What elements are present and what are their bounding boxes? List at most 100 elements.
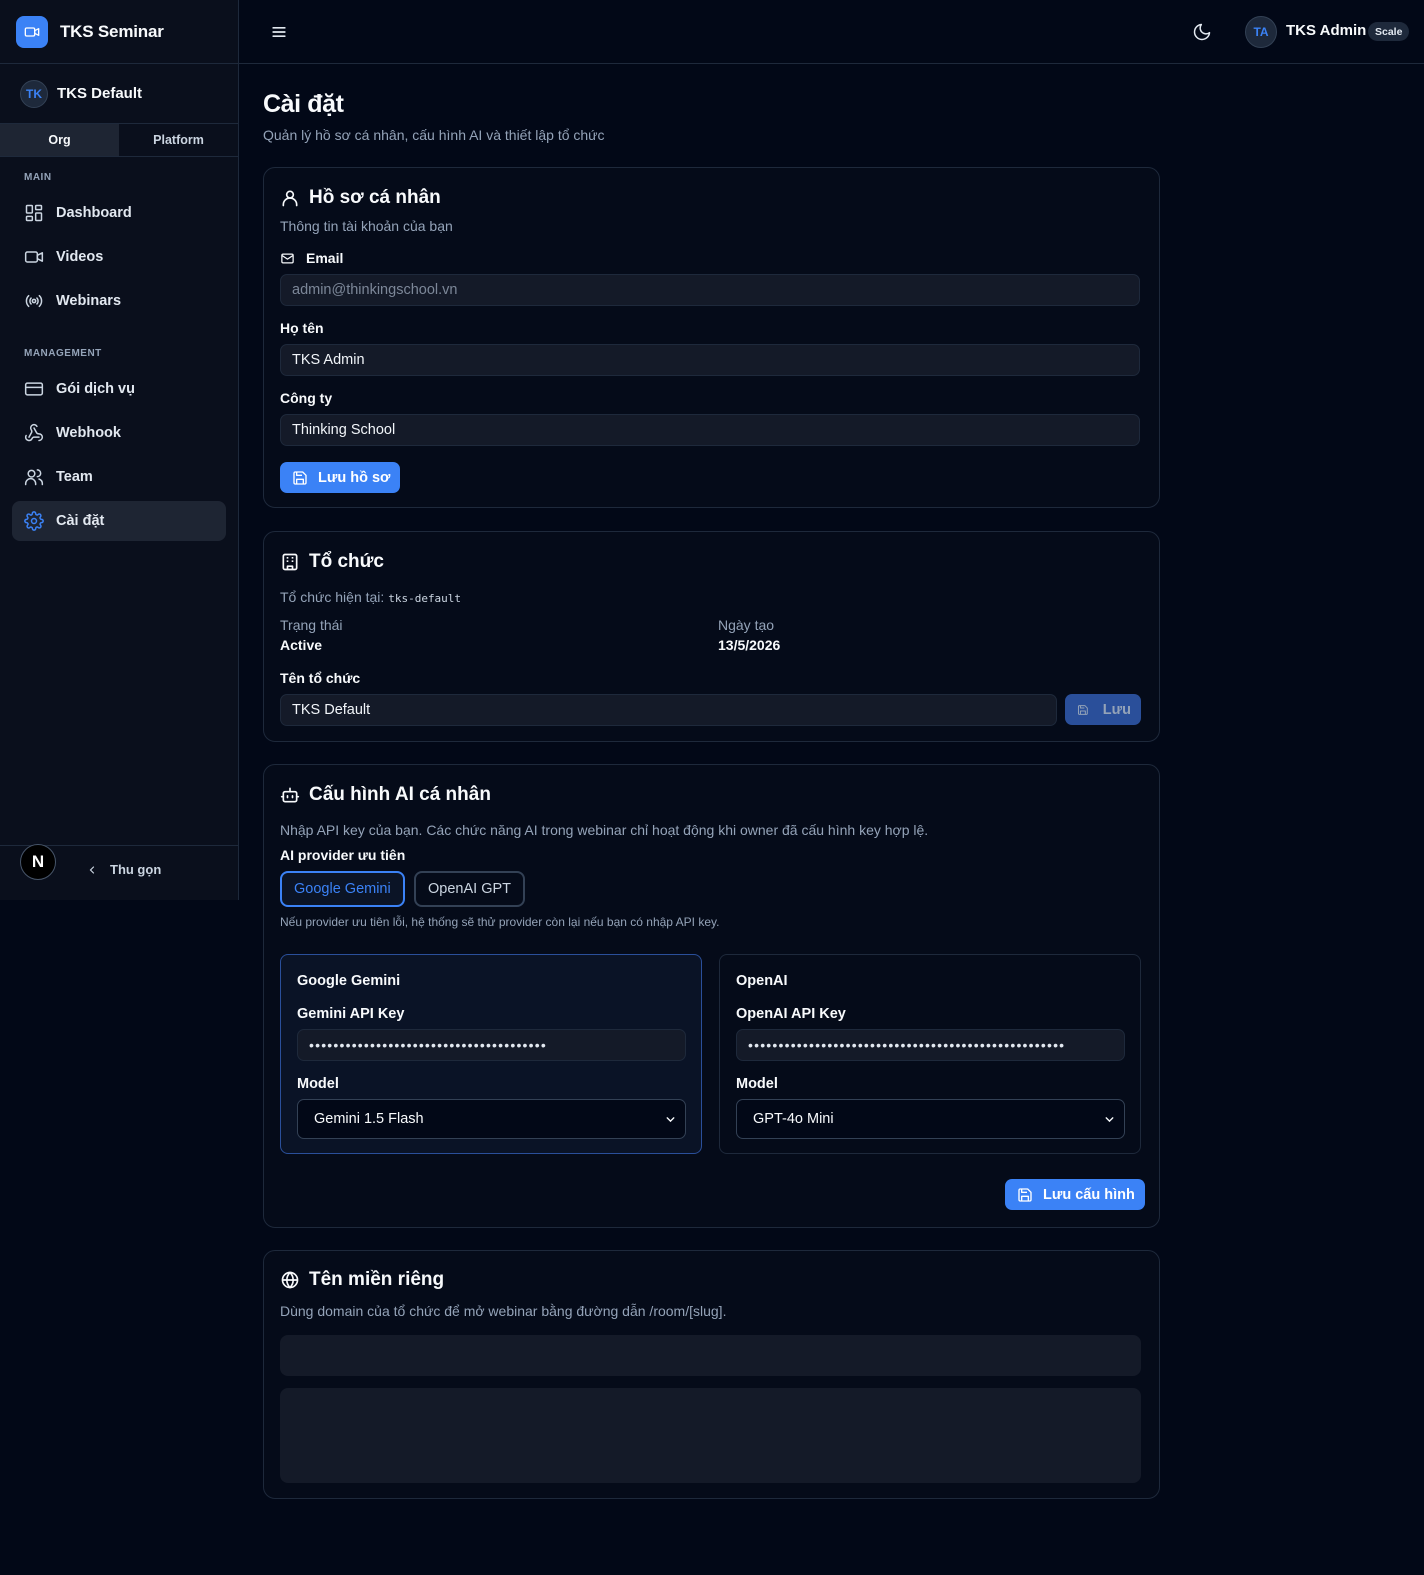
sidebar-item-label: Dashboard [56, 205, 132, 221]
ai-config-desc: Nhập API key của bạn. Các chức năng AI t… [280, 822, 929, 838]
chevron-down-icon [666, 1117, 675, 1123]
video-camera-icon[interactable] [16, 15, 48, 48]
email-label-text: Email [306, 250, 344, 266]
page-title: Cài đặt [263, 90, 344, 118]
email-field[interactable]: admin@thinkingschool.vn [280, 274, 1140, 306]
openai-model-value: GPT-4o Mini [753, 1111, 834, 1127]
gemini-model-label: Model [297, 1076, 339, 1092]
user-name[interactable]: TKS Admin [1286, 22, 1366, 39]
save-ai-config-label: Lưu cấu hình [1043, 1186, 1135, 1203]
save-org-label: Lưu [1102, 701, 1131, 718]
company-field[interactable]: Thinking School [280, 414, 1140, 446]
sidebar-item-label: Webhook [56, 425, 121, 441]
sidebar-item-videos[interactable]: Videos [12, 237, 226, 277]
scope-tabs: Org Platform [0, 124, 238, 157]
card-title: Tên miền riêng [280, 1269, 444, 1291]
nav-section-main: MAIN [24, 172, 52, 183]
status-value: Active [280, 637, 323, 653]
gemini-panel: Google Gemini Gemini API Key •••••••••••… [280, 954, 702, 1154]
gemini-key-label: Gemini API Key [297, 1006, 405, 1022]
profile-desc: Thông tin tài khoản của bạn [280, 218, 453, 234]
loading-skeleton [280, 1388, 1141, 1483]
openai-key-label: OpenAI API Key [736, 1006, 846, 1022]
next-badge[interactable]: N [20, 844, 56, 880]
sidebar-item-webinars[interactable]: Webinars [12, 281, 226, 321]
save-icon [1018, 1187, 1032, 1202]
profile-card: Hồ sơ cá nhân Thông tin tài khoản của bạ… [263, 167, 1160, 508]
save-icon [1077, 704, 1088, 715]
collapse-label: Thu gọn [110, 862, 162, 877]
save-profile-button[interactable]: Lưu hồ sơ [280, 462, 401, 493]
name-label: Họ tên [280, 320, 324, 336]
organization-title: Tổ chức [309, 551, 384, 572]
created-value: 13/5/2026 [718, 637, 781, 653]
sidebar-item-plans[interactable]: Gói dịch vụ [12, 369, 226, 409]
gemini-model-select[interactable]: Gemini 1.5 Flash [297, 1099, 686, 1139]
org-avatar: TK [20, 79, 48, 108]
domain-desc: Dùng domain của tổ chức để mở webinar bằ… [280, 1303, 727, 1319]
org-name-field[interactable]: TKS Default [280, 694, 1057, 726]
webhook-icon [24, 423, 43, 442]
chevron-left-icon [89, 865, 95, 874]
building-icon [282, 553, 298, 571]
provider-gemini-toggle[interactable]: Google Gemini [280, 871, 405, 907]
card-title: Tổ chức [280, 551, 384, 573]
page-subtitle: Quản lý hồ sơ cá nhân, cấu hình AI và th… [263, 127, 605, 143]
globe-icon [281, 1271, 299, 1289]
sidebar-item-team[interactable]: Team [12, 457, 226, 497]
openai-api-key-input[interactable]: ••••••••••••••••••••••••••••••••••••••••… [736, 1029, 1125, 1061]
sidebar-item-label: Team [56, 469, 93, 485]
nav-section-management: MANAGEMENT [24, 348, 102, 359]
gemini-title: Google Gemini [297, 973, 401, 989]
openai-panel: OpenAI OpenAI API Key ••••••••••••••••••… [719, 954, 1141, 1154]
organization-slug: tks-default [388, 592, 462, 605]
sidebar-item-webhook[interactable]: Webhook [12, 413, 226, 453]
credit-card-icon [24, 382, 44, 396]
email-label: Email [280, 250, 343, 266]
gemini-model-value: Gemini 1.5 Flash [314, 1111, 424, 1127]
save-org-button[interactable]: Lưu [1065, 694, 1141, 725]
avatar[interactable]: TA [1245, 16, 1277, 48]
collapse-sidebar-button[interactable]: Thu gọn [86, 862, 161, 877]
moon-icon[interactable] [1192, 22, 1212, 45]
organization-card: Tổ chức Tổ chức hiện tại: tks-default Tr… [263, 531, 1160, 742]
user-icon [282, 190, 298, 207]
provider-openai-toggle[interactable]: OpenAI GPT [414, 871, 526, 907]
menu-icon[interactable] [269, 22, 289, 45]
company-label: Công ty [280, 390, 333, 406]
openai-model-select[interactable]: GPT-4o Mini [736, 1099, 1125, 1139]
video-icon [24, 251, 44, 263]
broadcast-icon [25, 294, 43, 308]
created-label: Ngày tạo [718, 617, 775, 633]
tab-org[interactable]: Org [0, 124, 119, 156]
sidebar: TKS Seminar TK TKS Default Org Platform … [0, 0, 239, 900]
mail-icon [281, 253, 294, 263]
plan-badge: Scale [1368, 22, 1410, 41]
organization-desc-prefix: Tổ chức hiện tại: [280, 589, 385, 605]
sidebar-item-dashboard[interactable]: Dashboard [12, 193, 226, 233]
sidebar-item-settings[interactable]: Cài đặt [12, 501, 226, 541]
profile-title: Hồ sơ cá nhân [309, 187, 441, 208]
ai-config-title: Cấu hình AI cá nhân [309, 784, 491, 805]
save-icon [293, 470, 307, 485]
organization-desc: Tổ chức hiện tại: tks-default [280, 589, 461, 605]
save-ai-config-button[interactable]: Lưu cấu hình [1005, 1179, 1145, 1210]
custom-domain-card: Tên miền riêng Dùng domain của tổ chức đ… [263, 1250, 1160, 1499]
app-name: TKS Seminar [60, 21, 164, 41]
openai-title: OpenAI [736, 973, 788, 989]
loading-skeleton [280, 1335, 1141, 1376]
name-field[interactable]: TKS Admin [280, 344, 1140, 376]
fallback-note: Nếu provider ưu tiên lỗi, hệ thống sẽ th… [280, 915, 720, 929]
org-switcher[interactable]: TK TKS Default [0, 64, 238, 124]
chevron-down-icon [1105, 1117, 1114, 1123]
provider-label: AI provider ưu tiên [280, 847, 406, 863]
status-label: Trạng thái [280, 617, 343, 633]
tab-platform[interactable]: Platform [119, 124, 238, 156]
gear-icon [24, 511, 44, 531]
sidebar-item-label: Webinars [56, 293, 122, 309]
sidebar-footer: N Thu gọn [0, 844, 238, 900]
sidebar-item-label: Gói dịch vụ [56, 381, 135, 397]
main-content: Cài đặt Quản lý hồ sơ cá nhân, cấu hình … [263, 64, 1160, 1499]
gemini-api-key-input[interactable]: ••••••••••••••••••••••••••••••••••••••• [297, 1029, 686, 1061]
openai-model-label: Model [736, 1076, 778, 1092]
